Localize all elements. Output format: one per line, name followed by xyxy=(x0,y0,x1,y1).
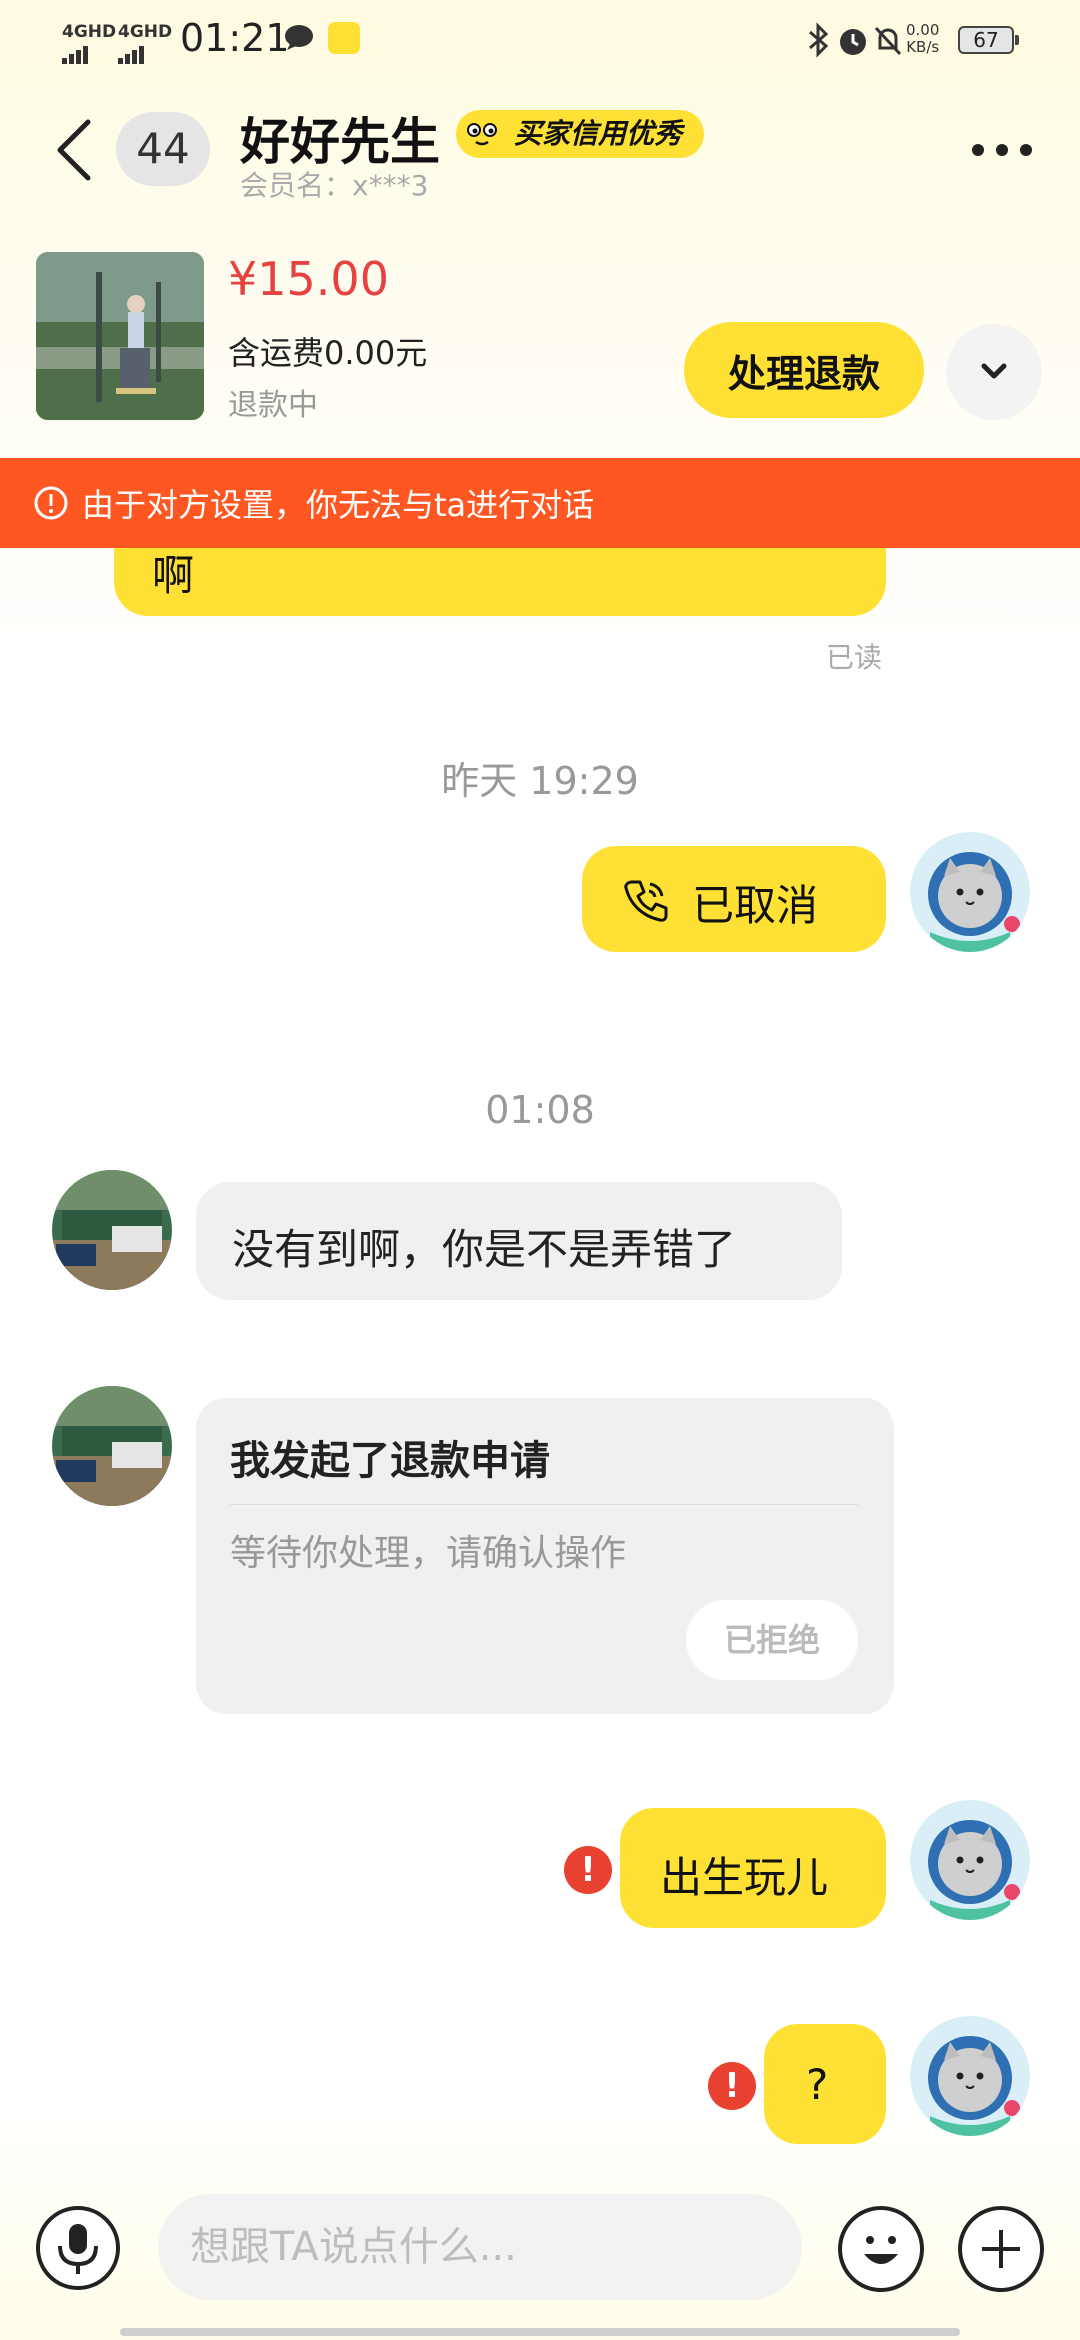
order-price: ¥15.00 xyxy=(228,252,389,306)
product-image xyxy=(36,252,204,420)
member-name: 会员名：x***3 xyxy=(240,169,429,202)
my-avatar[interactable] xyxy=(910,1800,1030,1920)
refund-rejected-button[interactable]: 已拒绝 xyxy=(686,1600,858,1680)
bluetooth-icon xyxy=(809,22,829,58)
phone-icon xyxy=(624,880,668,922)
outgoing-message-text: 出生玩儿 xyxy=(660,1853,829,1902)
home-indicator[interactable] xyxy=(120,2328,960,2336)
call-record-bubble[interactable]: 已取消 xyxy=(582,846,886,952)
contact-avatar-image xyxy=(52,1170,172,1290)
refund-card-title: 我发起了退款申请 xyxy=(230,1438,550,1484)
contact-avatar-image xyxy=(52,1386,172,1506)
cat-avatar-image xyxy=(910,2016,1030,2136)
network-speed: 0.00 KB/s xyxy=(906,22,939,56)
cat-avatar-image xyxy=(910,832,1030,952)
mute-icon xyxy=(874,26,902,56)
product-thumbnail[interactable] xyxy=(36,252,204,420)
order-status: 退款中 xyxy=(228,388,318,423)
signal-indicator-1: 4GHD xyxy=(62,22,116,64)
partial-message-text: 啊 xyxy=(152,551,195,600)
outgoing-message-bubble: ? xyxy=(764,2024,886,2144)
unread-count-badge[interactable]: 44 xyxy=(116,112,210,186)
error-icon[interactable]: ! xyxy=(564,1846,612,1894)
my-avatar[interactable] xyxy=(910,832,1030,952)
my-avatar[interactable] xyxy=(910,2016,1030,2136)
emoji-button[interactable] xyxy=(838,2206,924,2292)
credit-badge-label: 买家信用优秀 xyxy=(514,117,683,150)
signal-2-label: 4GHD xyxy=(118,22,173,42)
contact-avatar[interactable] xyxy=(52,1170,172,1290)
status-bar: 4GHD 4GHD 01:21 0.00 KB/s 67 xyxy=(0,0,1080,80)
voice-input-button[interactable] xyxy=(36,2206,120,2290)
back-icon[interactable] xyxy=(54,118,94,182)
error-icon[interactable]: ! xyxy=(708,2062,756,2110)
app-notification-icon xyxy=(328,22,360,54)
message-notification-icon xyxy=(285,25,313,50)
process-refund-button[interactable]: 处理退款 xyxy=(684,322,924,418)
battery-indicator: 67 xyxy=(958,26,1019,54)
outgoing-message-bubble: 出生玩儿 xyxy=(620,1808,886,1928)
more-icon[interactable] xyxy=(970,138,1034,162)
net-speed-unit: KB/s xyxy=(906,38,940,56)
status-time: 01:21 xyxy=(180,16,290,60)
chat-restricted-banner: 由于对方设置，你无法与ta进行对话 xyxy=(0,458,1080,548)
refund-card-subtitle: 等待你处理，请确认操作 xyxy=(230,1533,627,1574)
credit-badge[interactable]: 买家信用优秀 xyxy=(456,110,705,158)
refund-request-card[interactable]: 我发起了退款申请 等待你处理，请确认操作 已拒绝 xyxy=(196,1398,894,1714)
plus-icon xyxy=(982,2230,1020,2268)
timestamp-1: 昨天 19:29 xyxy=(441,759,639,803)
call-status-text: 已取消 xyxy=(692,881,819,930)
credit-face-icon xyxy=(462,114,502,154)
message-input[interactable] xyxy=(158,2194,802,2300)
shipping-fee: 含运费0.00元 xyxy=(228,334,428,372)
chevron-down-icon xyxy=(981,363,1007,379)
incoming-message-text: 没有到啊，你是不是弄错了 xyxy=(232,1225,737,1274)
signal-1-label: 4GHD xyxy=(62,22,117,42)
expand-order-button[interactable] xyxy=(946,324,1042,420)
net-speed-value: 0.00 xyxy=(906,21,940,39)
refund-card-divider xyxy=(230,1504,858,1505)
timestamp-2: 01:08 xyxy=(485,1088,595,1132)
incoming-message-bubble: 没有到啊，你是不是弄错了 xyxy=(196,1182,842,1300)
alarm-icon xyxy=(840,29,866,55)
warning-text: 由于对方设置，你无法与ta进行对话 xyxy=(82,486,595,524)
contact-avatar[interactable] xyxy=(52,1386,172,1506)
microphone-icon xyxy=(58,2224,98,2274)
warning-icon xyxy=(34,486,68,520)
emoji-icon xyxy=(864,2236,898,2264)
signal-indicator-2: 4GHD xyxy=(118,22,172,64)
read-receipt: 已读 xyxy=(826,641,883,674)
cat-avatar-image xyxy=(910,1800,1030,1920)
outgoing-message-text: ? xyxy=(806,2060,829,2109)
more-actions-button[interactable] xyxy=(958,2206,1044,2292)
